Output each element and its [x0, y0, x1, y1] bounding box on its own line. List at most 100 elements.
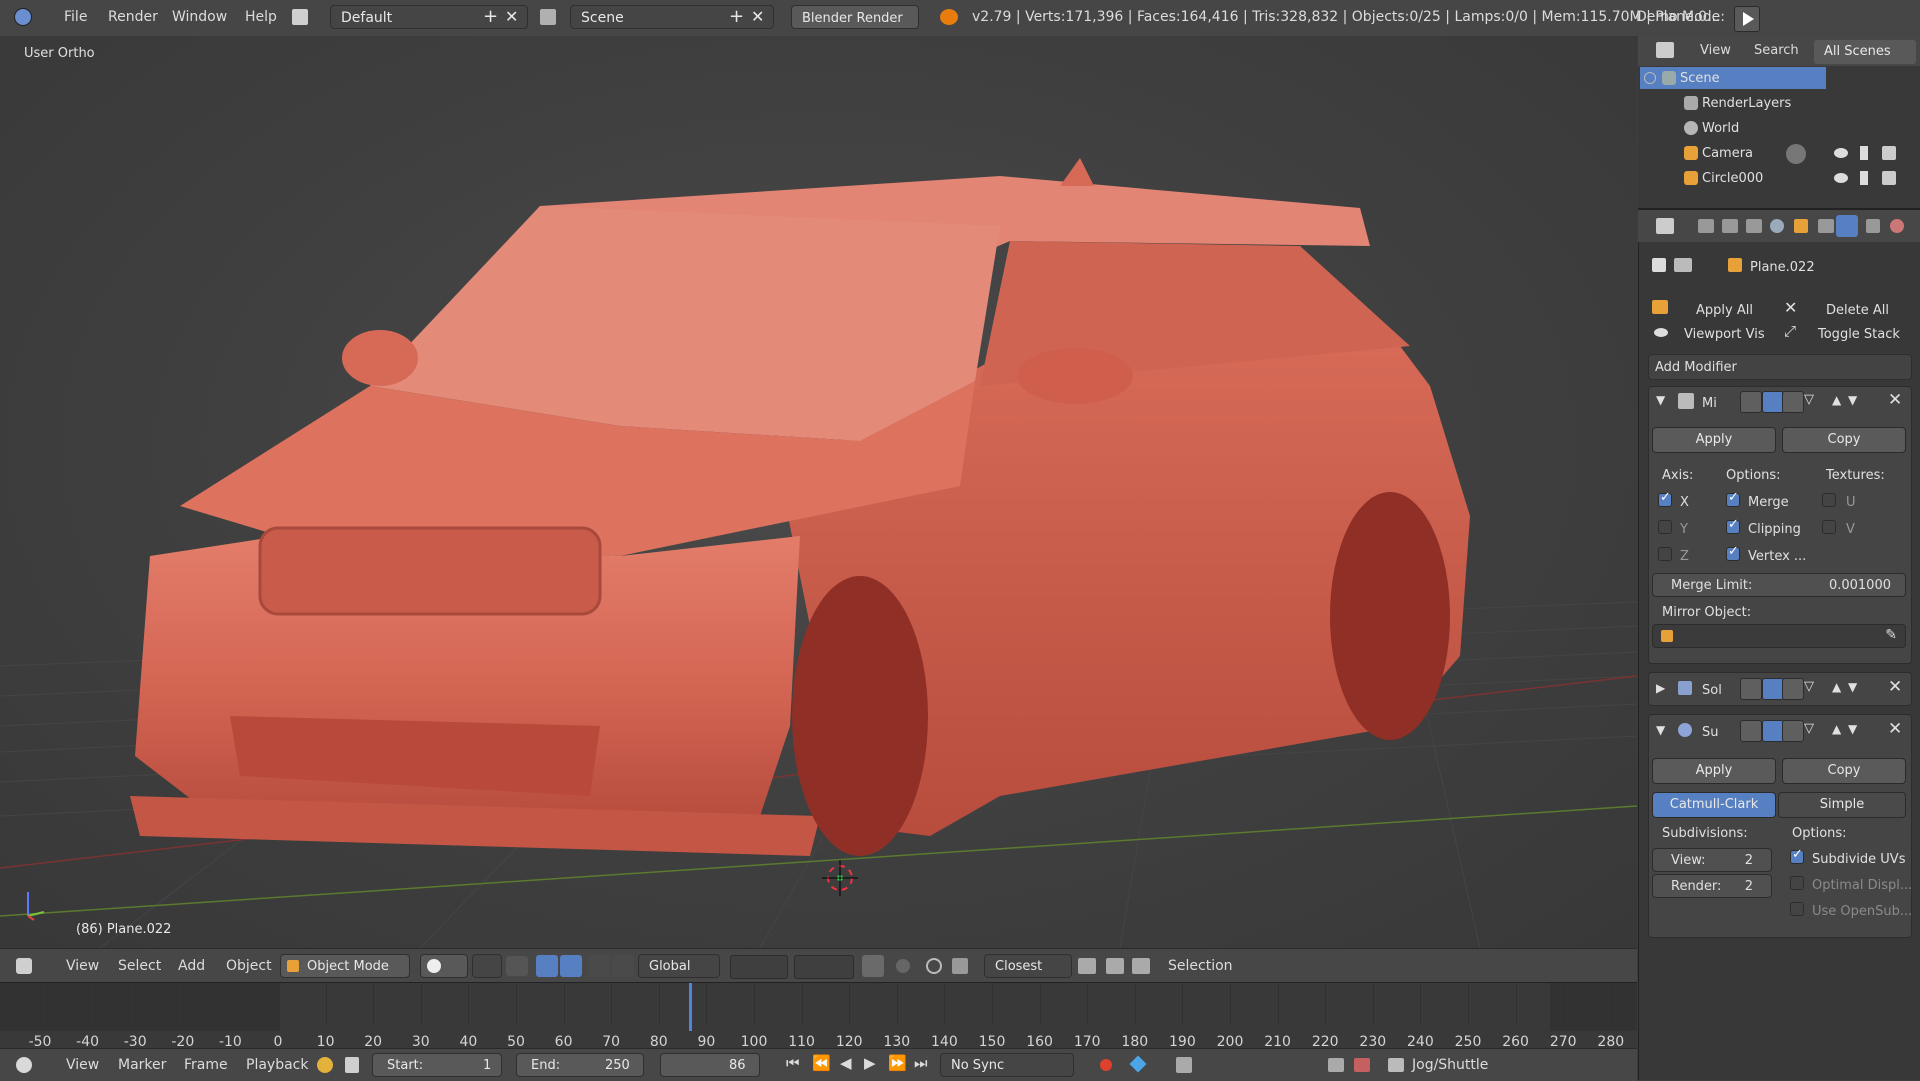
clipping-checkbox[interactable] — [1726, 517, 1740, 534]
vertex-groups-checkbox[interactable] — [1726, 544, 1740, 561]
mirror-copy-button[interactable]: Copy — [1782, 427, 1906, 453]
mirror-remove-icon[interactable]: ✕ — [1888, 390, 1902, 410]
outliner-item-circle000[interactable]: Circle000 — [1638, 167, 1920, 191]
solidify-modifier-name[interactable]: Sol — [1702, 683, 1722, 698]
collapse-arrow-icon[interactable]: ▼ — [1656, 393, 1665, 407]
keying-set-icon[interactable] — [317, 1057, 333, 1073]
outliner-item-world[interactable]: World — [1638, 117, 1920, 141]
next-keyframe-button[interactable]: ⏩ — [888, 1054, 907, 1072]
layout-selector[interactable]: Default + ✕ — [330, 5, 528, 29]
mirror-editmode-icon[interactable]: ▽ — [1804, 392, 1814, 407]
solidify-cage-icon[interactable] — [1740, 678, 1762, 700]
world-tab-icon[interactable] — [1770, 219, 1784, 233]
scene-icon[interactable] — [540, 9, 556, 25]
outliner-item-camera[interactable]: Camera — [1638, 142, 1920, 166]
snap-toggle-icon[interactable] — [926, 958, 942, 974]
subsurf-apply-button[interactable]: Apply — [1652, 758, 1776, 784]
camera-data-icon[interactable] — [1786, 144, 1806, 164]
timeline[interactable] — [0, 982, 1637, 1049]
keying-icon[interactable] — [1176, 1057, 1192, 1073]
prev-keyframe-button[interactable]: ⏪ — [812, 1054, 831, 1072]
timeline-menu-marker[interactable]: Marker — [118, 1057, 166, 1073]
scale-manipulator-button[interactable] — [588, 955, 610, 977]
subsurf-move-up-icon[interactable]: ▲ — [1832, 722, 1841, 736]
insert-keyframe-icon[interactable] — [1328, 1058, 1344, 1072]
menu-window[interactable]: Window — [172, 9, 227, 25]
visibility-eye-icon[interactable] — [1834, 148, 1848, 158]
material-tab-icon[interactable] — [1890, 219, 1904, 233]
timeline-editor-icon[interactable] — [16, 1057, 32, 1073]
timeline-menu-playback[interactable]: Playback — [246, 1057, 308, 1073]
outliner-item-scene[interactable]: Scene — [1638, 67, 1920, 91]
outliner-tab-search[interactable]: Search — [1754, 43, 1799, 58]
info-editor-icon[interactable] — [14, 8, 32, 26]
record-icon[interactable] — [1100, 1059, 1112, 1071]
mirror-apply-button[interactable]: Apply — [1652, 427, 1776, 453]
current-frame-field[interactable]: 86 — [660, 1053, 760, 1077]
end-frame-field[interactable]: End: 250 — [516, 1053, 644, 1077]
mirror-viewport-eye-icon[interactable] — [1762, 391, 1784, 413]
properties-editor-icon[interactable] — [1656, 218, 1674, 234]
subsurf-copy-button[interactable]: Copy — [1782, 758, 1906, 784]
keyframe-type-icon[interactable] — [1129, 1055, 1147, 1073]
start-frame-field[interactable]: Start: 1 — [372, 1053, 502, 1077]
proportional-edit-icon[interactable] — [896, 959, 910, 973]
shading-selector[interactable] — [420, 954, 468, 978]
manipulator-toggle[interactable] — [506, 956, 528, 976]
mirror-object-field[interactable]: ✎ — [1652, 624, 1906, 648]
menu-render[interactable]: Render — [108, 9, 158, 25]
close-layout-icon[interactable]: ✕ — [505, 7, 518, 26]
subsurf-move-down-icon[interactable]: ▼ — [1848, 722, 1857, 736]
sync-selector[interactable]: No Sync — [940, 1053, 1074, 1077]
lock-camera-button[interactable] — [862, 955, 884, 977]
subsurf-modifier-name[interactable]: Su — [1702, 725, 1719, 740]
opengl-render-icon[interactable] — [1132, 958, 1150, 974]
jog-shuttle-label[interactable]: Jog/Shuttle — [1412, 1057, 1488, 1073]
outliner-item-renderlayers[interactable]: RenderLayers — [1638, 92, 1920, 116]
outliner-tab-view[interactable]: View — [1700, 43, 1731, 58]
editor-type-icon[interactable] — [16, 958, 32, 974]
collapse-arrow-icon[interactable]: ▼ — [1656, 723, 1665, 737]
camera-render-icon[interactable] — [1106, 958, 1124, 974]
mirror-render-icon[interactable] — [1782, 391, 1804, 413]
add-modifier-dropdown[interactable]: Add Modifier — [1648, 354, 1912, 380]
visibility-eye-icon[interactable] — [1834, 173, 1848, 183]
menu-view[interactable]: View — [66, 958, 99, 974]
3d-viewport[interactable]: User Ortho (86) Plane.022 — [0, 36, 1637, 948]
mirror-modifier-name[interactable]: Mi — [1702, 396, 1717, 411]
layers-tab-icon[interactable] — [1722, 219, 1738, 233]
outliner-tab-all-scenes[interactable]: All Scenes — [1814, 40, 1916, 64]
axis-x-checkbox[interactable] — [1658, 490, 1672, 507]
merge-checkbox[interactable] — [1726, 490, 1740, 507]
menu-help[interactable]: Help — [245, 9, 277, 25]
menu-object[interactable]: Object — [226, 958, 272, 974]
jump-end-button[interactable]: ⏭ — [914, 1054, 928, 1072]
subsurf-viewport-eye-icon[interactable] — [1762, 720, 1784, 742]
subsurf-render-icon[interactable] — [1782, 720, 1804, 742]
demo-play-button[interactable] — [1734, 6, 1760, 32]
axis-y-checkbox[interactable] — [1658, 520, 1672, 534]
outliner-editor-icon[interactable] — [1656, 42, 1674, 58]
add-scene-icon[interactable]: + — [729, 6, 744, 27]
menu-select[interactable]: Select — [118, 958, 161, 974]
scene-tab-icon[interactable] — [1746, 219, 1762, 233]
snap-element-icon[interactable] — [952, 958, 968, 974]
subsurf-remove-icon[interactable]: ✕ — [1888, 719, 1902, 739]
modifiers-tab-icon[interactable] — [1836, 215, 1858, 237]
subsurf-editmode-icon[interactable]: ▽ — [1804, 721, 1814, 736]
play-button[interactable]: ▶ — [864, 1054, 876, 1072]
axis-z-checkbox[interactable] — [1658, 547, 1672, 561]
playhead[interactable] — [689, 983, 692, 1031]
mirror-move-down-icon[interactable]: ▼ — [1848, 393, 1857, 407]
orientation-selector[interactable]: Global — [638, 954, 720, 978]
render-camera-icon[interactable] — [1882, 171, 1896, 185]
solidify-remove-icon[interactable]: ✕ — [1888, 677, 1902, 697]
data-tab-icon[interactable] — [1866, 219, 1880, 233]
jump-start-button[interactable]: ⏮ — [786, 1054, 800, 1072]
solidify-render-icon[interactable] — [1782, 678, 1804, 700]
simple-option[interactable]: Simple — [1778, 792, 1906, 818]
render-levels-field[interactable]: Render: 2 — [1652, 874, 1772, 898]
lock-icon[interactable] — [345, 1057, 359, 1073]
scene-selector[interactable]: Scene + ✕ — [570, 5, 774, 29]
translate-manipulator-button[interactable] — [536, 955, 558, 977]
